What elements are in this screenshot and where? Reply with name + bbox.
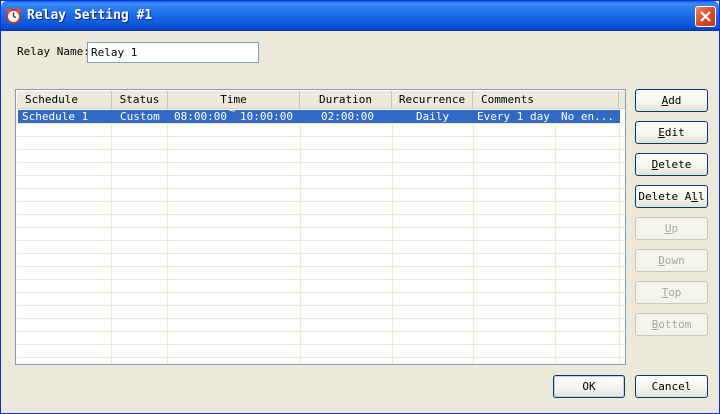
grid-line (17, 227, 625, 228)
relay-setting-dialog: Relay Setting #1 Relay Name: Relay 1 Sch… (0, 0, 720, 414)
grid-line (17, 305, 625, 306)
column-header-comments[interactable]: Comments (473, 91, 619, 109)
cell-duration: 02:00:00 (321, 110, 374, 123)
table-header: Schedule Status Time Duration Recurrence… (17, 91, 625, 109)
cell-time-separator: ~ (229, 104, 236, 117)
delete-all-button[interactable]: Delete All (635, 185, 708, 208)
ok-button[interactable]: OK (553, 375, 625, 398)
schedule-table[interactable]: Schedule Status Time Duration Recurrence… (15, 89, 626, 365)
grid-line (555, 109, 556, 364)
window-title: Relay Setting #1 (27, 8, 153, 23)
column-header-schedule[interactable]: Schedule (17, 91, 112, 109)
cell-schedule: Schedule 1 (22, 110, 89, 123)
grid-line (619, 109, 620, 364)
delete-button[interactable]: Delete (635, 153, 708, 176)
add-button[interactable]: Add (635, 89, 708, 112)
move-up-button[interactable]: Up (635, 217, 708, 240)
close-button[interactable] (695, 6, 716, 27)
cell-extra: No en... (561, 110, 614, 123)
grid-line (111, 109, 112, 364)
move-top-button[interactable]: Top (635, 281, 708, 304)
grid-line (17, 357, 625, 358)
grid-line (167, 109, 168, 364)
cancel-button[interactable]: Cancel (635, 375, 708, 398)
cell-time-end: 10:00:00 (240, 110, 293, 123)
relay-name-input[interactable]: Relay 1 (87, 42, 259, 63)
grid-line (17, 188, 625, 189)
grid-line (17, 175, 625, 176)
close-icon (700, 11, 711, 22)
grid-line (17, 331, 625, 332)
grid-line (17, 318, 625, 319)
relay-name-label: Relay Name: (17, 45, 90, 58)
grid-line (17, 123, 625, 124)
edit-button[interactable]: Edit (635, 121, 708, 144)
column-header-status[interactable]: Status (112, 91, 168, 109)
grid-line (17, 214, 625, 215)
grid-line (17, 149, 625, 150)
grid-line (17, 344, 625, 345)
move-bottom-button[interactable]: Bottom (635, 313, 708, 336)
grid-line (17, 201, 625, 202)
grid-line (17, 253, 625, 254)
title-bar[interactable]: Relay Setting #1 (1, 1, 719, 31)
grid-line (17, 279, 625, 280)
grid-line (300, 109, 301, 364)
move-down-button[interactable]: Down (635, 249, 708, 272)
grid-line (17, 266, 625, 267)
column-header-recurrence[interactable]: Recurrence (392, 91, 473, 109)
alarm-clock-icon (6, 8, 21, 24)
column-header-duration[interactable]: Duration (300, 91, 392, 109)
grid-line (392, 109, 393, 364)
grid-line (17, 162, 625, 163)
grid-line (17, 292, 625, 293)
grid-line (17, 136, 625, 137)
cell-recurrence: Daily (416, 110, 450, 123)
cell-comments: Every 1 day (477, 110, 550, 123)
grid-line (473, 109, 474, 364)
grid-line (17, 240, 625, 241)
cell-time-start: 08:00:00 (174, 110, 227, 123)
cell-status: Custom (120, 110, 160, 123)
